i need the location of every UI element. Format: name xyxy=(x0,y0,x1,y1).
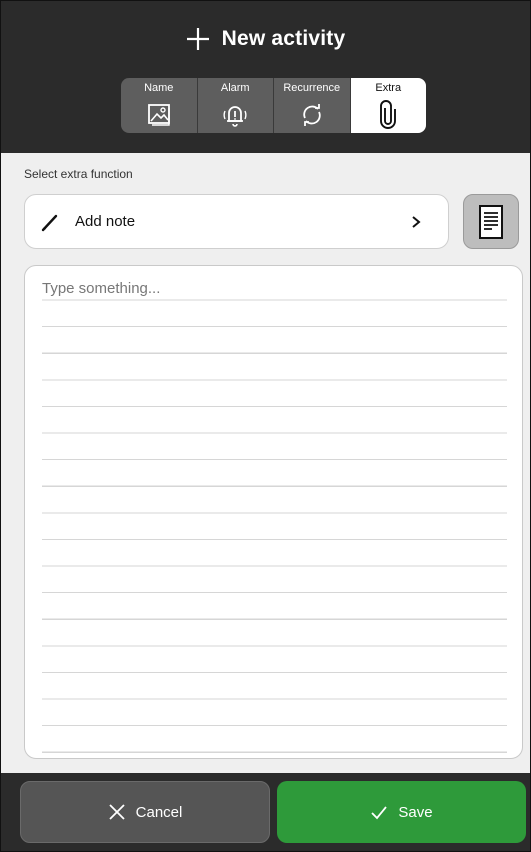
alarm-bell-icon xyxy=(223,106,247,127)
checkmark-icon xyxy=(371,806,388,820)
tab-alarm-label: Alarm xyxy=(220,82,250,94)
new-activity-dialog: New activity Name Alarm Recurrence Extra… xyxy=(0,0,531,852)
save-button-label: Save xyxy=(398,803,433,821)
plus-icon xyxy=(186,28,209,50)
tab-recurrence-label: Recurrence xyxy=(283,82,341,94)
note-input[interactable] xyxy=(42,280,502,297)
extra-function-select[interactable]: Add note xyxy=(24,194,449,249)
paperclip-icon xyxy=(380,100,397,129)
note-view-button[interactable] xyxy=(463,194,519,249)
tab-alarm[interactable]: Alarm xyxy=(198,78,274,133)
tab-extra[interactable]: Extra xyxy=(350,78,426,133)
close-icon xyxy=(109,804,125,820)
cancel-button-label: Cancel xyxy=(135,803,183,821)
save-button[interactable]: Save xyxy=(277,781,526,843)
footer: Cancel Save xyxy=(1,773,530,851)
header: New activity Name Alarm Recurrence Extra xyxy=(1,1,530,153)
tab-extra-label: Extra xyxy=(375,82,402,94)
title-row: New activity xyxy=(1,27,530,51)
tab-name-label: Name xyxy=(144,82,174,94)
selected-function-label: Add note xyxy=(75,213,136,230)
note-ruled-lines xyxy=(42,266,507,758)
document-icon xyxy=(479,204,503,239)
activity-tabs: Name Alarm Recurrence Extra xyxy=(121,78,426,133)
cancel-button[interactable]: Cancel xyxy=(20,781,270,843)
tab-recurrence[interactable]: Recurrence xyxy=(274,78,351,133)
pencil-icon xyxy=(41,214,58,231)
note-text-area[interactable] xyxy=(24,265,523,759)
chevron-right-icon xyxy=(412,215,421,228)
section-label: Select extra function xyxy=(24,167,133,181)
refresh-icon xyxy=(303,104,321,126)
image-icon xyxy=(147,104,170,126)
tab-name[interactable]: Name xyxy=(121,78,198,133)
page-title: New activity xyxy=(221,27,346,50)
